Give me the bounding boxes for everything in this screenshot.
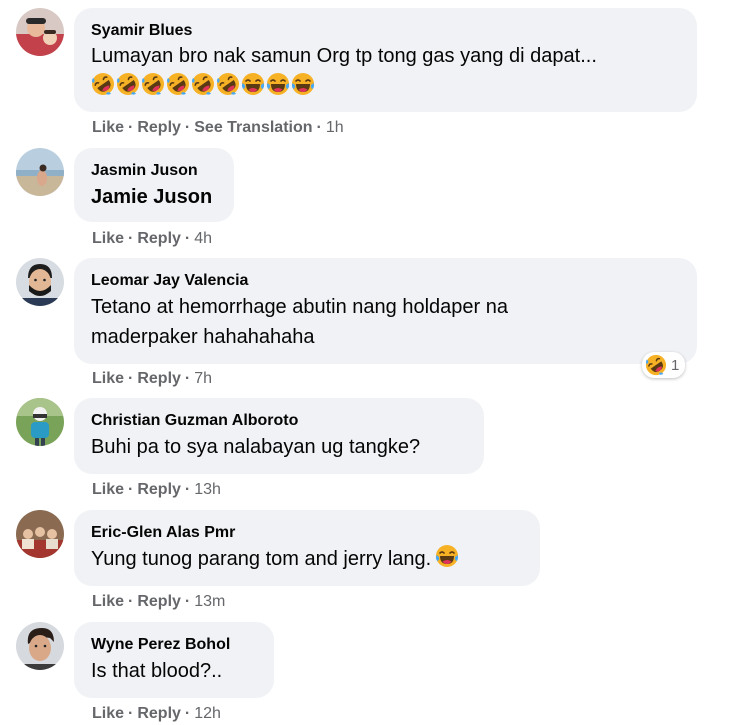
tears-of-joy-icon	[435, 544, 459, 568]
reply-button[interactable]: Reply	[137, 705, 181, 722]
comment-actions: Like · Reply · 13h	[92, 481, 221, 498]
reaction-summary[interactable]: 1	[642, 352, 686, 378]
reply-button[interactable]: Reply	[137, 370, 181, 387]
avatar[interactable]	[16, 8, 64, 56]
rolling-on-floor-laughing-icon	[216, 72, 240, 96]
comment-actions: Like · Reply · 7h	[92, 370, 213, 387]
comment-author[interactable]: Leomar Jay Valencia	[91, 270, 681, 292]
avatar[interactable]	[16, 258, 64, 306]
comment-author[interactable]: Jasmin Juson	[91, 160, 218, 182]
tears-of-joy-icon	[291, 72, 315, 96]
comment-timestamp[interactable]: 1h	[326, 119, 344, 136]
comment-bubble: Christian Guzman Alboroto Buhi pa to sya…	[74, 398, 484, 474]
rolling-on-floor-laughing-icon	[116, 72, 140, 96]
comment-bubble: Leomar Jay Valencia Tetano at hemorrhage…	[74, 258, 697, 364]
avatar[interactable]	[16, 398, 64, 446]
tears-of-joy-icon	[241, 72, 265, 96]
haha-reaction-icon	[645, 354, 667, 376]
comment-bubble: Eric-Glen Alas Pmr Yung tunog parang tom…	[74, 510, 540, 586]
comment-author[interactable]: Eric-Glen Alas Pmr	[91, 522, 524, 544]
comment-author[interactable]: Christian Guzman Alboroto	[91, 410, 468, 432]
reply-button[interactable]: Reply	[137, 481, 181, 498]
reply-button[interactable]: Reply	[137, 119, 181, 136]
comment-text-line: maderpaker hahahahaha	[91, 326, 315, 348]
comment-actions: Like · Reply · 13m	[92, 593, 226, 610]
comment-bubble: Wyne Perez Bohol Is that blood?..	[74, 622, 274, 698]
comment-text-line: Tetano at hemorrhage abutin nang holdape…	[91, 296, 508, 318]
comment-timestamp[interactable]: 12h	[194, 705, 221, 722]
comment-text: Is that blood?..	[91, 660, 223, 682]
comment-text: Buhi pa to sya nalabayan ug tangke?	[91, 436, 421, 458]
emoji-row	[91, 72, 681, 96]
comment-bubble: Jasmin Juson Jamie Juson	[74, 148, 234, 222]
comment-text: Yung tunog parang tom and jerry lang.	[91, 548, 432, 570]
reply-button[interactable]: Reply	[137, 593, 181, 610]
comment-text-row: Yung tunog parang tom and jerry lang.	[91, 544, 524, 574]
tears-of-joy-icon	[266, 72, 290, 96]
comment-author[interactable]: Syamir Blues	[91, 20, 681, 42]
comment-actions: Like · Reply · 4h	[92, 230, 213, 247]
comment-actions: Like · Reply · 12h	[92, 705, 221, 722]
like-button[interactable]: Like	[92, 705, 124, 722]
comment-text: Jamie Juson	[91, 186, 213, 208]
comment-timestamp[interactable]: 4h	[194, 230, 212, 247]
avatar[interactable]	[16, 510, 64, 558]
rolling-on-floor-laughing-icon	[166, 72, 190, 96]
comment-timestamp[interactable]: 7h	[194, 370, 212, 387]
comment-timestamp[interactable]: 13m	[194, 593, 225, 610]
comment-author[interactable]: Wyne Perez Bohol	[91, 634, 258, 656]
reply-button[interactable]: Reply	[137, 230, 181, 247]
rolling-on-floor-laughing-icon	[191, 72, 215, 96]
rolling-on-floor-laughing-icon	[91, 72, 115, 96]
rolling-on-floor-laughing-icon	[141, 72, 165, 96]
comment-actions: Like · Reply · See Translation · 1h	[92, 119, 344, 136]
reaction-count: 1	[671, 356, 680, 374]
see-translation-link[interactable]: See Translation	[194, 119, 312, 136]
avatar[interactable]	[16, 622, 64, 670]
like-button[interactable]: Like	[92, 230, 124, 247]
comment-timestamp[interactable]: 13h	[194, 481, 221, 498]
comment-bubble: Syamir Blues Lumayan bro nak samun Org t…	[74, 8, 697, 112]
like-button[interactable]: Like	[92, 593, 124, 610]
comment-text: Lumayan bro nak samun Org tp tong gas ya…	[91, 45, 597, 67]
like-button[interactable]: Like	[92, 119, 124, 136]
like-button[interactable]: Like	[92, 481, 124, 498]
like-button[interactable]: Like	[92, 370, 124, 387]
avatar[interactable]	[16, 148, 64, 196]
